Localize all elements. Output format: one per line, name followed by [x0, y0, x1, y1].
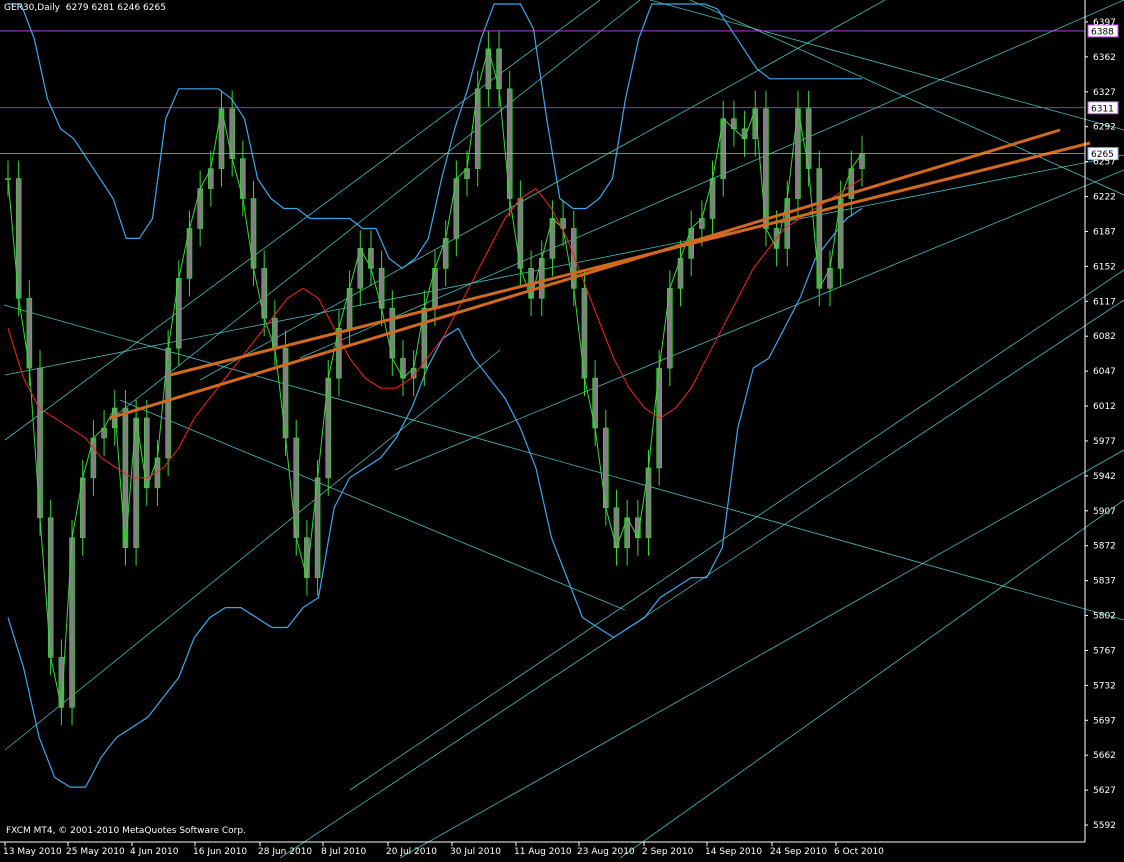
- x-tick-label: 2 Sep 2010: [642, 847, 694, 857]
- x-tick-label: 8 Jul 2010: [321, 847, 366, 857]
- y-tick-label: 6117: [1093, 297, 1116, 307]
- level-label-6311: 6311: [1091, 104, 1114, 114]
- x-tick-label: 16 Jun 2010: [193, 847, 247, 857]
- y-tick-label: 5592: [1093, 821, 1116, 831]
- x-tick-label: 6 Oct 2010: [834, 847, 884, 857]
- y-tick-label: 6152: [1093, 262, 1116, 272]
- x-tick-label: 11 Aug 2010: [514, 847, 572, 857]
- y-tick-label: 5662: [1093, 751, 1116, 761]
- x-tick-label: 14 Sep 2010: [705, 847, 762, 857]
- x-tick-label: 20 Jul 2010: [386, 847, 437, 857]
- y-tick-label: 5627: [1093, 786, 1116, 796]
- symbol-label: GER30,Daily: [4, 3, 60, 13]
- y-tick-label: 5977: [1093, 437, 1116, 447]
- y-tick-label: 6082: [1093, 332, 1116, 342]
- y-tick-label: 6292: [1093, 123, 1116, 133]
- x-tick-label: 13 May 2010: [3, 847, 62, 857]
- y-tick-label: 5872: [1093, 542, 1116, 552]
- x-tick-label: 25 May 2010: [66, 847, 125, 857]
- copyright-text: FXCM MT4, © 2001-2010 MetaQuotes Softwar…: [6, 826, 246, 836]
- chart-area[interactable]: 6388 6311 6265 5592 5627 5662 5697 5732 5767 580…: [0, 0, 1124, 859]
- y-tick-label: 6327: [1093, 88, 1116, 98]
- chart-header: GER30,Daily 6279 6281 6246 6265: [4, 3, 166, 13]
- x-tick-label: 4 Jun 2010: [130, 847, 179, 857]
- y-tick-label: 5837: [1093, 577, 1116, 587]
- x-tick-label: 24 Sep 2010: [770, 847, 827, 857]
- y-tick-label: 5732: [1093, 681, 1116, 691]
- y-tick-label: 5767: [1093, 646, 1116, 656]
- y-tick-label: 5802: [1093, 612, 1116, 622]
- level-label-6388: 6388: [1091, 27, 1114, 37]
- y-tick-label: 6222: [1093, 193, 1116, 203]
- y-tick-label: 6397: [1093, 18, 1116, 28]
- y-tick-label: 6257: [1093, 158, 1116, 168]
- price-chart[interactable]: 638863116265 559256275662569757325767580…: [0, 0, 1124, 859]
- y-tick-label: 6012: [1093, 402, 1116, 412]
- ohlc-label: 6279 6281 6246 6265: [65, 3, 166, 13]
- y-tick-label: 5697: [1093, 716, 1116, 726]
- y-tick-label: 6362: [1093, 53, 1116, 63]
- y-tick-label: 6187: [1093, 227, 1116, 237]
- y-tick-label: 5907: [1093, 507, 1116, 517]
- x-tick-label: 28 Jun 2010: [258, 847, 312, 857]
- x-tick-label: 30 Jul 2010: [450, 847, 501, 857]
- y-tick-label: 6047: [1093, 367, 1116, 377]
- x-tick-label: 23 Aug 2010: [577, 847, 635, 857]
- y-tick-label: 5942: [1093, 472, 1116, 482]
